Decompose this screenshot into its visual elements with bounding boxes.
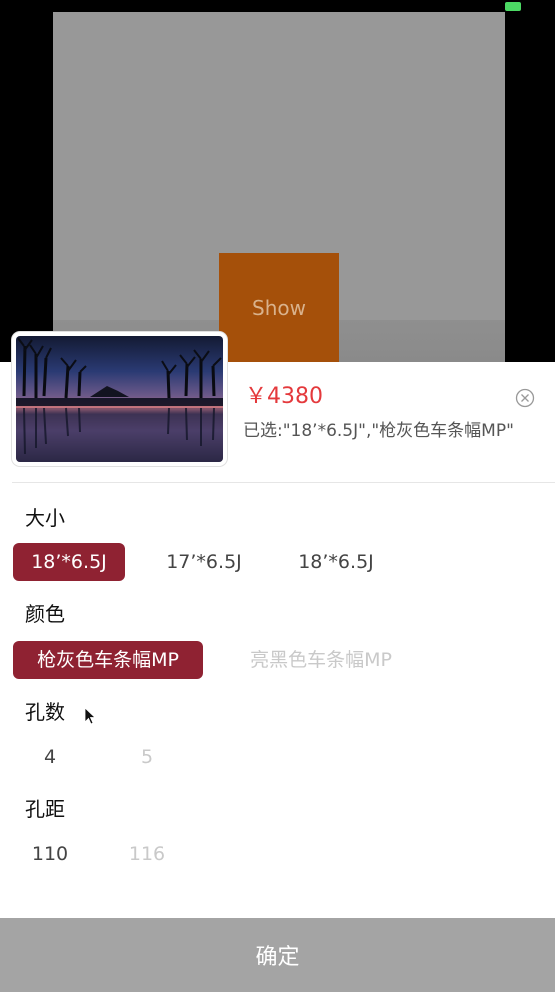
selected-options-text: 已选:"18’*6.5J","枪灰色车条幅MP" xyxy=(243,421,514,441)
color-option-1[interactable]: 枪灰色车条幅MP xyxy=(13,641,203,679)
size-option-3[interactable]: 18’*6.5J xyxy=(280,543,392,581)
color-option-2[interactable]: 亮黑色车条幅MP xyxy=(228,641,414,679)
confirm-button[interactable]: 确定 xyxy=(0,918,555,992)
product-thumbnail-frame xyxy=(12,332,227,466)
status-bar xyxy=(0,0,555,12)
close-icon[interactable] xyxy=(515,388,535,408)
hole-distance-option-1[interactable]: 110 xyxy=(13,835,87,873)
hole-count-option-1[interactable]: 4 xyxy=(13,738,87,776)
hole-count-section-title: 孔数 xyxy=(25,700,65,724)
price-label: ￥4380 xyxy=(245,384,323,409)
battery-icon xyxy=(505,2,521,11)
hole-distance-section-title: 孔距 xyxy=(25,797,65,821)
product-thumbnail xyxy=(16,336,223,462)
size-option-1[interactable]: 18’*6.5J xyxy=(13,543,125,581)
sheet-divider xyxy=(12,482,555,483)
landscape-image xyxy=(16,337,223,462)
cursor-icon xyxy=(84,707,96,725)
hole-count-option-2[interactable]: 5 xyxy=(110,738,184,776)
show-button[interactable]: Show xyxy=(219,253,339,362)
hole-distance-option-2[interactable]: 116 xyxy=(110,835,184,873)
color-section-title: 颜色 xyxy=(25,602,65,626)
size-section-title: 大小 xyxy=(25,506,65,530)
size-option-2[interactable]: 17’*6.5J xyxy=(148,543,260,581)
app-screen: Show ￥4380 已选:"18’*6.5J","枪灰色车条幅MP" 大小 1… xyxy=(0,0,555,992)
